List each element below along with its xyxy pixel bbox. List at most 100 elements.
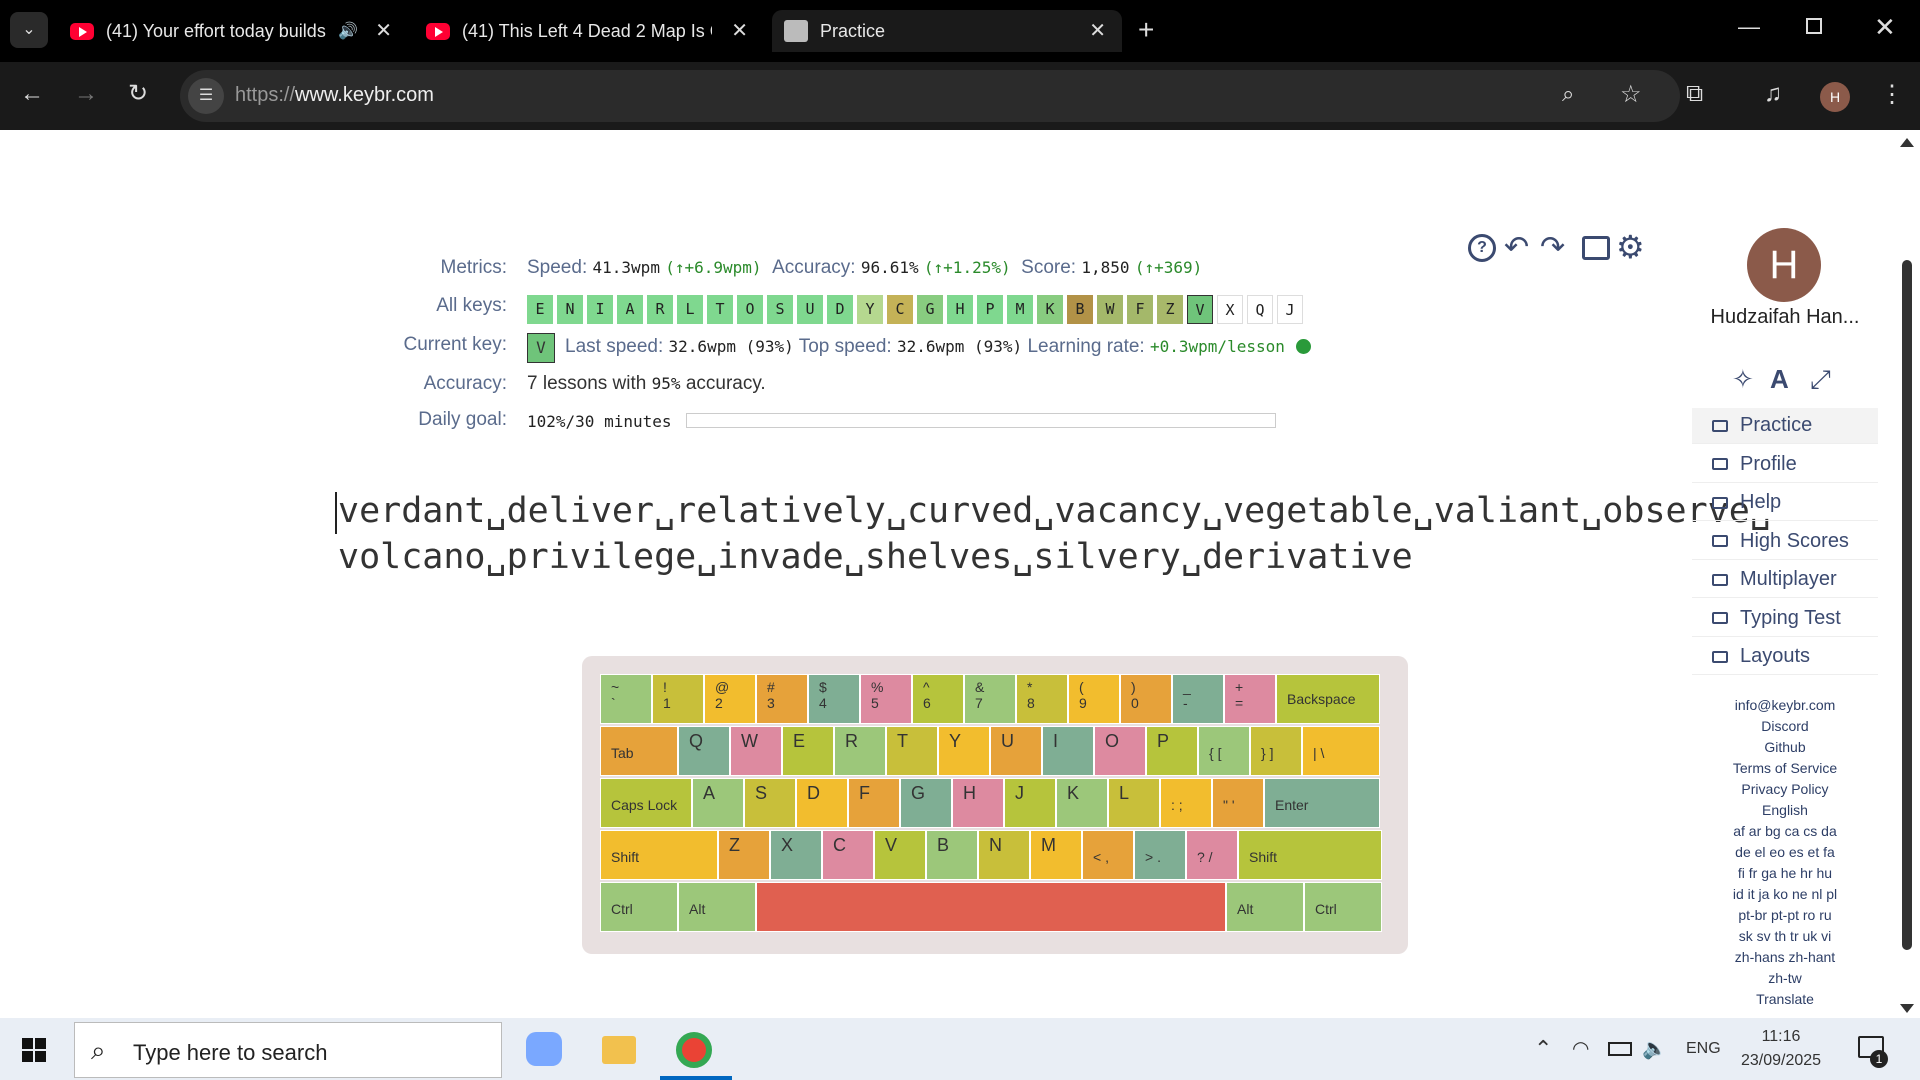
- tab-search-button[interactable]: ⌄: [10, 12, 48, 48]
- expand-icon[interactable]: ⤢: [1810, 364, 1831, 396]
- volume-icon[interactable]: 🔈: [1642, 1036, 1667, 1061]
- accuracy-label: Accuracy:: [772, 257, 856, 278]
- footer-link[interactable]: Translate: [1692, 991, 1878, 1007]
- footer-link[interactable]: Github: [1692, 739, 1878, 755]
- bookmark-star-icon[interactable]: ☆: [1620, 80, 1642, 109]
- language-icon[interactable]: A: [1770, 364, 1789, 395]
- keyboard-key: N: [978, 830, 1030, 880]
- sidebar-item-practice[interactable]: Practice: [1692, 408, 1878, 444]
- close-tab-icon[interactable]: ✕: [375, 18, 392, 43]
- help-icon[interactable]: ?: [1468, 234, 1496, 262]
- tab-youtube-1[interactable]: (41) Your effort today builds 🔊 ✕: [58, 10, 408, 52]
- undo-icon[interactable]: ↶: [1504, 230, 1529, 265]
- clock-time[interactable]: 11:16: [1736, 1028, 1826, 1046]
- footer-link[interactable]: Discord: [1692, 718, 1878, 734]
- keyboard-key: P: [1146, 726, 1198, 776]
- close-window-icon[interactable]: ✕: [1874, 12, 1896, 43]
- scroll-down-icon[interactable]: [1900, 1004, 1914, 1013]
- current-key-badge: V: [527, 333, 555, 363]
- footer-link[interactable]: zh-tw: [1692, 970, 1878, 986]
- fullscreen-icon[interactable]: [1582, 236, 1610, 260]
- address-bar[interactable]: ☰ https://www.keybr.com ⌕ ☆: [180, 70, 1680, 122]
- keyboard-key: I: [1042, 726, 1094, 776]
- sidebar-item-profile[interactable]: Profile: [1692, 447, 1878, 483]
- close-tab-icon[interactable]: ✕: [731, 18, 748, 43]
- file-explorer-icon[interactable]: [602, 1036, 636, 1064]
- daily-goal-label: Daily goal:: [418, 409, 507, 430]
- key-badge: J: [1277, 295, 1303, 324]
- smiley-icon: [1296, 339, 1312, 355]
- battery-icon[interactable]: [1608, 1042, 1632, 1056]
- sidebar-item-help[interactable]: Help: [1692, 485, 1878, 521]
- keyboard-key: ) 0: [1120, 674, 1172, 724]
- scrollbar-thumb[interactable]: [1902, 260, 1912, 950]
- key-badge: D: [827, 295, 853, 324]
- sidebar-item-layouts[interactable]: Layouts: [1692, 639, 1878, 675]
- sidebar-item-label: Help: [1740, 491, 1782, 513]
- scroll-up-icon[interactable]: [1900, 138, 1914, 147]
- user-name[interactable]: Hudzaifah Han...: [1692, 306, 1878, 329]
- footer-link[interactable]: zh-hans zh-hant: [1692, 949, 1878, 965]
- minimize-icon[interactable]: —: [1738, 14, 1760, 40]
- browser-tab-strip: ⌄ (41) Your effort today builds 🔊 ✕ (41)…: [0, 0, 1920, 62]
- keyboard-key: | \: [1302, 726, 1380, 776]
- new-tab-button[interactable]: +: [1138, 14, 1154, 46]
- chrome-active-indicator: [660, 1076, 732, 1080]
- daily-goal-value: 102%/30 minutes: [527, 411, 672, 433]
- footer-link[interactable]: fi fr ga he hr hu: [1692, 865, 1878, 881]
- settings-gear-icon[interactable]: ⚙: [1616, 228, 1645, 266]
- footer-link[interactable]: sk sv th tr uk vi: [1692, 928, 1878, 944]
- top-speed-value: 32.6wpm (93%): [896, 337, 1023, 356]
- footer-link[interactable]: Privacy Policy: [1692, 781, 1878, 797]
- windows-start-icon[interactable]: [22, 1038, 46, 1062]
- daily-goal-progress-fill: [687, 414, 1275, 427]
- wifi-icon[interactable]: ◠: [1572, 1036, 1589, 1061]
- redo-icon[interactable]: ↷: [1540, 230, 1565, 265]
- tab-practice[interactable]: Practice ✕: [772, 10, 1122, 52]
- tab-youtube-2[interactable]: (41) This Left 4 Dead 2 Map Is C ✕: [414, 10, 764, 52]
- lessons-text: 7 lessons with: [527, 373, 647, 394]
- keyboard-key: } ]: [1250, 726, 1302, 776]
- reload-icon[interactable]: ↻: [128, 79, 148, 108]
- tray-chevron-icon[interactable]: ⌃: [1534, 1036, 1552, 1062]
- menu-icon[interactable]: ⋮: [1880, 80, 1904, 109]
- key-badge: H: [947, 295, 973, 324]
- profile-avatar[interactable]: H: [1820, 82, 1850, 112]
- footer-link[interactable]: id it ja ko ne nl pl: [1692, 886, 1878, 902]
- forward-icon[interactable]: →: [74, 80, 98, 108]
- clock-date[interactable]: 23/09/2025: [1736, 1052, 1826, 1070]
- theme-icon[interactable]: ✧: [1732, 364, 1754, 395]
- sidebar-item-multiplayer[interactable]: Multiplayer: [1692, 562, 1878, 598]
- sidebar-item-high-scores[interactable]: High Scores: [1692, 524, 1878, 560]
- user-avatar[interactable]: H: [1747, 228, 1821, 302]
- speed-delta: (↑+6.9wpm): [665, 258, 762, 277]
- media-control-icon[interactable]: ♫: [1764, 80, 1782, 108]
- close-tab-icon[interactable]: ✕: [1089, 18, 1106, 43]
- sidebar-item-typing-test[interactable]: Typing Test: [1692, 601, 1878, 637]
- restore-icon[interactable]: [1806, 18, 1822, 34]
- copilot-icon[interactable]: [526, 1032, 562, 1066]
- footer-link[interactable]: af ar bg ca cs da: [1692, 823, 1878, 839]
- speaker-icon[interactable]: 🔊: [338, 21, 358, 41]
- footer-link[interactable]: pt-br pt-pt ro ru: [1692, 907, 1878, 923]
- keyboard-key: A: [692, 778, 744, 828]
- keyboard-key: + =: [1224, 674, 1276, 724]
- footer-link[interactable]: de el eo es et fa: [1692, 844, 1878, 860]
- daily-goal-progress: [686, 413, 1276, 428]
- key-upper: +: [1235, 679, 1244, 695]
- keyboard-key: Alt: [1226, 882, 1304, 932]
- chrome-icon[interactable]: [676, 1032, 712, 1068]
- footer-link[interactable]: English: [1692, 802, 1878, 818]
- site-info-icon[interactable]: ☰: [188, 78, 224, 114]
- footer-link[interactable]: Terms of Service: [1692, 760, 1878, 776]
- back-icon[interactable]: ←: [20, 80, 44, 108]
- language-indicator[interactable]: ENG: [1686, 1040, 1721, 1058]
- extensions-icon[interactable]: ⧉: [1686, 80, 1703, 108]
- practice-text[interactable]: verdant␣deliver␣relatively␣curved␣vacanc…: [338, 488, 1771, 580]
- learning-rate-value: +0.3wpm/lesson: [1150, 337, 1285, 356]
- zoom-icon[interactable]: ⌕: [1562, 81, 1574, 107]
- footer-link[interactable]: info@keybr.com: [1692, 697, 1878, 713]
- key-badge: G: [917, 295, 943, 324]
- key-badge: I: [587, 295, 613, 324]
- taskbar-search-box[interactable]: ⌕ Type here to search: [74, 1022, 502, 1078]
